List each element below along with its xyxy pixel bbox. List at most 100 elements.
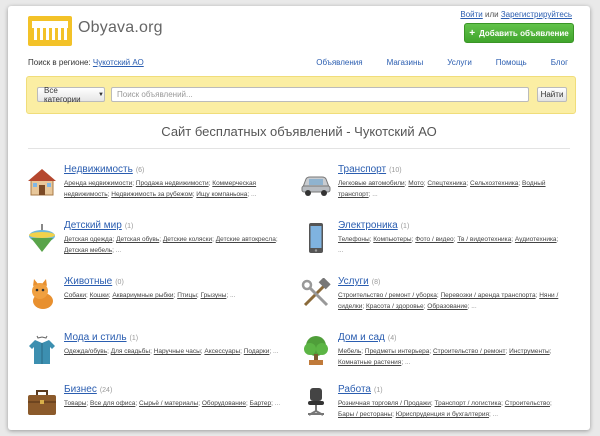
subcategory-link[interactable]: Легковые автомобили — [338, 180, 405, 187]
more-link[interactable]: ... — [372, 191, 377, 198]
auth-or: или — [484, 10, 499, 19]
subcategory-link[interactable]: Одежда/обувь — [64, 348, 107, 355]
subcategory-link[interactable]: Собаки — [64, 292, 86, 299]
subcategory-link[interactable]: Оборудование — [202, 400, 246, 407]
category-link[interactable]: Недвижимость — [64, 164, 133, 175]
subcategory-link[interactable]: Бартер — [250, 400, 272, 407]
subcategory-link[interactable]: Детские коляски — [163, 236, 212, 243]
subcategory-link[interactable]: Для свадьбы — [111, 348, 150, 355]
more-link[interactable]: ... — [471, 303, 476, 310]
nav-item-shops[interactable]: Магазины — [387, 58, 424, 67]
category-link[interactable]: Детский мир — [64, 220, 122, 231]
add-listing-button[interactable]: + Добавить объявление — [464, 23, 574, 43]
subcategory-link[interactable]: Аксессуары — [204, 348, 240, 355]
category-link[interactable]: Животные — [64, 276, 112, 287]
subcategory-link[interactable]: Розничная торговля / Продажи — [338, 400, 431, 407]
more-link[interactable]: ... — [251, 191, 256, 198]
logo-icon[interactable] — [28, 16, 72, 46]
subcategory-link[interactable]: Ищу компаньона — [196, 191, 247, 198]
subcategory-link[interactable]: Продажа недвижимости — [136, 180, 209, 187]
subcategory-link[interactable]: Красота / здоровье — [366, 303, 424, 310]
category-select-label: Все категории — [44, 85, 81, 104]
subcategory-link[interactable]: Товары — [64, 400, 86, 407]
nav-item-ads[interactable]: Объявления — [316, 58, 362, 67]
category-home-garden: Дом и сад (4) Мебель; Предметы интерьера;… — [300, 332, 560, 384]
more-link[interactable]: ... — [405, 359, 410, 366]
browser-frame: Obyava.org Войти или Зарегистрируйтесь +… — [8, 6, 590, 430]
search-button[interactable]: Найти — [537, 87, 567, 102]
subcategory-link[interactable]: Инструменты — [509, 348, 550, 355]
phone-icon — [309, 223, 323, 253]
subcategory-link[interactable]: Сельхозтехника — [470, 180, 518, 187]
more-link[interactable]: ... — [493, 411, 498, 418]
subcategory-link[interactable]: Строительство / ремонт — [433, 348, 506, 355]
subcategory-link[interactable]: Детская обувь — [116, 236, 159, 243]
category-kids: Детский мир (1) Детская одежда; Детская о… — [26, 220, 286, 272]
subcategory-link[interactable]: Строительство — [505, 400, 550, 407]
subcategory-link[interactable]: Наручные часы — [154, 348, 201, 355]
category-link[interactable]: Мода и стиль — [64, 332, 127, 343]
category-count: (4) — [387, 335, 397, 342]
category-select[interactable]: Все категории ▼ — [37, 85, 105, 104]
category-link[interactable]: Транспорт — [338, 164, 386, 175]
subcategory-link[interactable]: Юриспруденция и бухгалтерия — [396, 411, 489, 418]
category-link[interactable]: Электроника — [338, 220, 398, 231]
subcategory-link[interactable]: Аквариумные рыбки — [112, 292, 173, 299]
login-link[interactable]: Войти — [460, 10, 482, 19]
category-count: (1) — [124, 223, 134, 230]
more-link[interactable]: ... — [273, 348, 278, 355]
subcategory-link[interactable]: Аудиотехника — [515, 236, 557, 243]
nav-item-services[interactable]: Услуги — [447, 58, 472, 67]
subcategory-link[interactable]: Аренда недвижимости — [64, 180, 132, 187]
jacket-icon — [29, 335, 55, 364]
category-link[interactable]: Работа — [338, 384, 371, 395]
subcategory-link[interactable]: Детские автокресла — [216, 236, 276, 243]
region-link[interactable]: Чукотский АО — [93, 58, 144, 67]
briefcase-icon — [28, 390, 56, 415]
category-business: Бизнес (24) Товары; Все для офиса; Сырьё … — [26, 384, 286, 430]
more-link[interactable]: ... — [275, 400, 280, 407]
subcategory-link[interactable]: Перевозки / аренда транспорта — [440, 292, 535, 299]
divider — [28, 148, 570, 149]
category-animals: Животные (0) Собаки; Кошки; Аквариумные р… — [26, 276, 286, 328]
subcategory-link[interactable]: Компьютеры — [373, 236, 411, 243]
subcategory-link[interactable]: Бары / рестораны — [338, 411, 392, 418]
subcategory-link[interactable]: Спецтехника — [427, 180, 466, 187]
subcategory-link[interactable]: Телефоны — [338, 236, 370, 243]
subcategory-link[interactable]: Подарки — [244, 348, 270, 355]
subcategory-link[interactable]: Мебель — [338, 348, 361, 355]
subcategory-link[interactable]: Мото — [408, 180, 423, 187]
plus-icon: + — [469, 27, 476, 39]
subcategory-link[interactable]: Кошки — [90, 292, 109, 299]
subcategory-link[interactable]: Тв / видеотехника — [457, 236, 511, 243]
category-link[interactable]: Услуги — [338, 276, 369, 287]
subcategory-link[interactable]: Птицы — [177, 292, 197, 299]
category-count: (1) — [374, 387, 383, 394]
logo-text[interactable]: Obyava.org — [78, 19, 163, 37]
category-link[interactable]: Дом и сад — [338, 332, 385, 343]
subcategory-link[interactable]: Образование — [427, 303, 467, 310]
category-count: (6) — [135, 167, 145, 174]
subcategory-link[interactable]: Комнатные растения — [338, 359, 401, 366]
subcategory-link[interactable]: Детская одежда — [64, 236, 112, 243]
add-listing-label: Добавить объявление — [479, 28, 569, 38]
more-link[interactable]: ... — [116, 247, 121, 254]
subcategory-link[interactable]: Грызуны — [201, 292, 227, 299]
subcategory-link[interactable]: Все для офиса — [90, 400, 135, 407]
cat-icon — [32, 279, 53, 309]
category-link[interactable]: Бизнес — [64, 384, 97, 395]
search-input[interactable] — [111, 87, 529, 102]
nav-item-blog[interactable]: Блог — [551, 58, 568, 67]
subcategory-link[interactable]: Строительство / ремонт / уборка — [338, 292, 437, 299]
nav-item-help[interactable]: Помощь — [496, 58, 527, 67]
more-link[interactable]: ... — [230, 292, 235, 299]
subcategory-link[interactable]: Транспорт / логистика — [435, 400, 502, 407]
subcategory-link[interactable]: Фото / видео — [415, 236, 453, 243]
register-link[interactable]: Зарегистрируйтесь — [501, 10, 572, 19]
subcategory-link[interactable]: Предметы интерьера — [365, 348, 429, 355]
subcategory-link[interactable]: Недвижимость за рубежом — [111, 191, 192, 198]
subcategory-link[interactable]: Сырьё / материалы — [139, 400, 198, 407]
spinning-top-icon — [29, 224, 55, 252]
more-link[interactable]: ... — [338, 247, 343, 254]
subcategory-link[interactable]: Детская мебель — [64, 247, 112, 254]
